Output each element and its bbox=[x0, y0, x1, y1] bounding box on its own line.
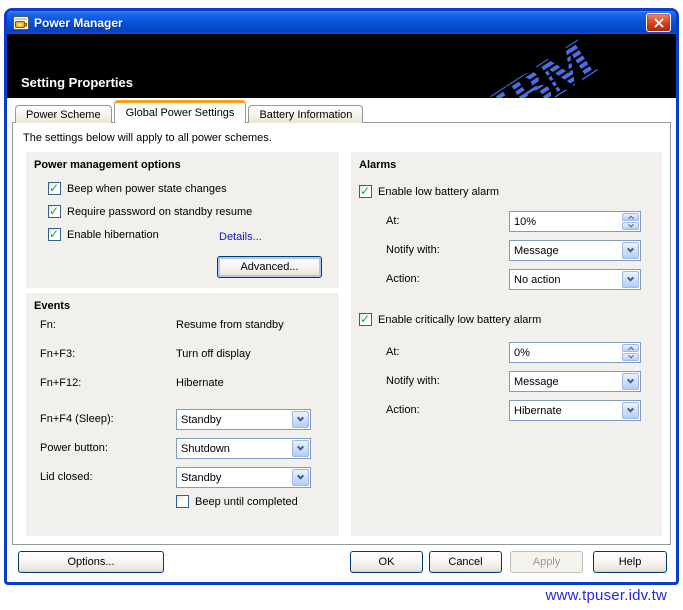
event-value: Turn off display bbox=[176, 348, 251, 360]
chevron-down-icon[interactable] bbox=[292, 411, 309, 428]
tab-battery-information-label: Battery Information bbox=[259, 109, 352, 121]
check-icon: ✓ bbox=[360, 314, 371, 324]
banner-title: Setting Properties bbox=[21, 75, 133, 90]
selected-value: Message bbox=[510, 376, 621, 388]
checkbox-label: Beep until completed bbox=[195, 496, 298, 508]
selected-value: Shutdown bbox=[177, 443, 291, 455]
tab-power-scheme-label: Power Scheme bbox=[26, 109, 101, 121]
checkbox-beep-until-completed[interactable]: ✓ bbox=[176, 495, 189, 508]
banner: Setting Properties IBM bbox=[7, 34, 676, 98]
panel-title: Power management options bbox=[34, 159, 181, 171]
low-alarm-action-select[interactable]: No action bbox=[509, 269, 641, 290]
chevron-down-icon[interactable] bbox=[292, 469, 309, 486]
critical-alarm-notify-select[interactable]: Message bbox=[509, 371, 641, 392]
window-title: Power Manager bbox=[34, 16, 123, 30]
chevron-down-icon[interactable] bbox=[622, 242, 639, 259]
chevron-down-icon[interactable] bbox=[622, 373, 639, 390]
chevron-down-icon[interactable] bbox=[622, 353, 639, 361]
field-label: Action: bbox=[386, 273, 420, 285]
power-management-options-panel: Power management options ✓ Beep when pow… bbox=[26, 152, 339, 288]
chevron-up-icon[interactable] bbox=[622, 344, 639, 352]
ok-button[interactable]: OK bbox=[350, 551, 423, 573]
details-link[interactable]: Details... bbox=[219, 231, 262, 243]
checkbox-beep-power-state[interactable]: ✓ bbox=[48, 182, 61, 195]
panel-title: Events bbox=[34, 300, 70, 312]
alarms-panel: Alarms ✓ Enable low battery alarm At: 10… bbox=[351, 152, 662, 536]
event-label: Lid closed: bbox=[40, 471, 93, 483]
events-panel: Events Fn: Resume from standby Fn+F3: Tu… bbox=[26, 293, 339, 536]
field-label: Notify with: bbox=[386, 375, 440, 387]
tab-battery-information[interactable]: Battery Information bbox=[248, 105, 363, 123]
apply-button: Apply bbox=[510, 551, 583, 573]
event-label: Fn: bbox=[40, 319, 56, 331]
selected-value: Message bbox=[510, 245, 621, 257]
checkbox-enable-low-battery-alarm[interactable]: ✓ bbox=[359, 185, 372, 198]
check-icon: ✓ bbox=[49, 206, 60, 216]
check-icon: ✓ bbox=[49, 229, 60, 239]
checkbox-label: Enable low battery alarm bbox=[378, 186, 499, 198]
help-button[interactable]: Help bbox=[593, 551, 667, 573]
event-value: Resume from standby bbox=[176, 319, 284, 331]
chevron-down-icon[interactable] bbox=[292, 440, 309, 457]
fn-f4-sleep-select[interactable]: Standby bbox=[176, 409, 311, 430]
tab-global-power-settings-label: Global Power Settings bbox=[126, 107, 235, 119]
chevron-down-icon[interactable] bbox=[622, 271, 639, 288]
checkbox-label: Require password on standby resume bbox=[67, 206, 252, 218]
power-button-select[interactable]: Shutdown bbox=[176, 438, 311, 459]
event-value: Hibernate bbox=[176, 377, 224, 389]
cancel-button[interactable]: Cancel bbox=[429, 551, 502, 573]
low-alarm-notify-select[interactable]: Message bbox=[509, 240, 641, 261]
critical-alarm-action-select[interactable]: Hibernate bbox=[509, 400, 641, 421]
selected-value: Standby bbox=[177, 472, 291, 484]
tab-global-power-settings[interactable]: Global Power Settings bbox=[114, 100, 247, 123]
power-manager-window: Power Manager Setting Properties IBM Pow… bbox=[4, 8, 679, 585]
check-icon: ✓ bbox=[49, 183, 60, 193]
spinner-value: 0% bbox=[510, 347, 621, 359]
title-bar[interactable]: Power Manager bbox=[7, 11, 676, 34]
intro-text: The settings below will apply to all pow… bbox=[23, 132, 272, 144]
event-label: Fn+F4 (Sleep): bbox=[40, 413, 114, 425]
advanced-button[interactable]: Advanced... bbox=[217, 256, 322, 278]
checkbox-label: Enable hibernation bbox=[67, 229, 159, 241]
spinner-value: 10% bbox=[510, 216, 621, 228]
event-label: Power button: bbox=[40, 442, 108, 454]
field-label: Notify with: bbox=[386, 244, 440, 256]
selected-value: Hibernate bbox=[510, 405, 621, 417]
svg-text:IBM: IBM bbox=[482, 34, 606, 98]
ibm-logo: IBM bbox=[458, 34, 658, 98]
chevron-down-icon[interactable] bbox=[622, 222, 639, 230]
close-button[interactable] bbox=[646, 13, 671, 32]
lid-closed-select[interactable]: Standby bbox=[176, 467, 311, 488]
checkbox-label: Beep when power state changes bbox=[67, 183, 227, 195]
checkbox-label: Enable critically low battery alarm bbox=[378, 314, 541, 326]
panel-title: Alarms bbox=[359, 159, 396, 171]
checkbox-require-password[interactable]: ✓ bbox=[48, 205, 61, 218]
event-label: Fn+F12: bbox=[40, 377, 81, 389]
field-label: At: bbox=[386, 215, 399, 227]
selected-value: No action bbox=[510, 274, 621, 286]
critical-alarm-at-spinner[interactable]: 0% bbox=[509, 342, 641, 363]
chevron-down-icon[interactable] bbox=[622, 402, 639, 419]
chevron-up-icon[interactable] bbox=[622, 213, 639, 221]
tab-strip: Power Scheme Global Power Settings Batte… bbox=[15, 100, 365, 123]
checkbox-enable-hibernation[interactable]: ✓ bbox=[48, 228, 61, 241]
low-alarm-at-spinner[interactable]: 10% bbox=[509, 211, 641, 232]
check-icon: ✓ bbox=[360, 186, 371, 196]
options-button[interactable]: Options... bbox=[18, 551, 164, 573]
selected-value: Standby bbox=[177, 414, 291, 426]
power-manager-app-icon bbox=[13, 15, 29, 31]
checkbox-enable-critical-battery-alarm[interactable]: ✓ bbox=[359, 313, 372, 326]
field-label: At: bbox=[386, 346, 399, 358]
tab-page: The settings below will apply to all pow… bbox=[12, 122, 671, 545]
field-label: Action: bbox=[386, 404, 420, 416]
tab-power-scheme[interactable]: Power Scheme bbox=[15, 105, 112, 123]
close-icon bbox=[654, 18, 664, 28]
watermark-url: www.tpuser.idv.tw bbox=[546, 587, 668, 604]
event-label: Fn+F3: bbox=[40, 348, 75, 360]
